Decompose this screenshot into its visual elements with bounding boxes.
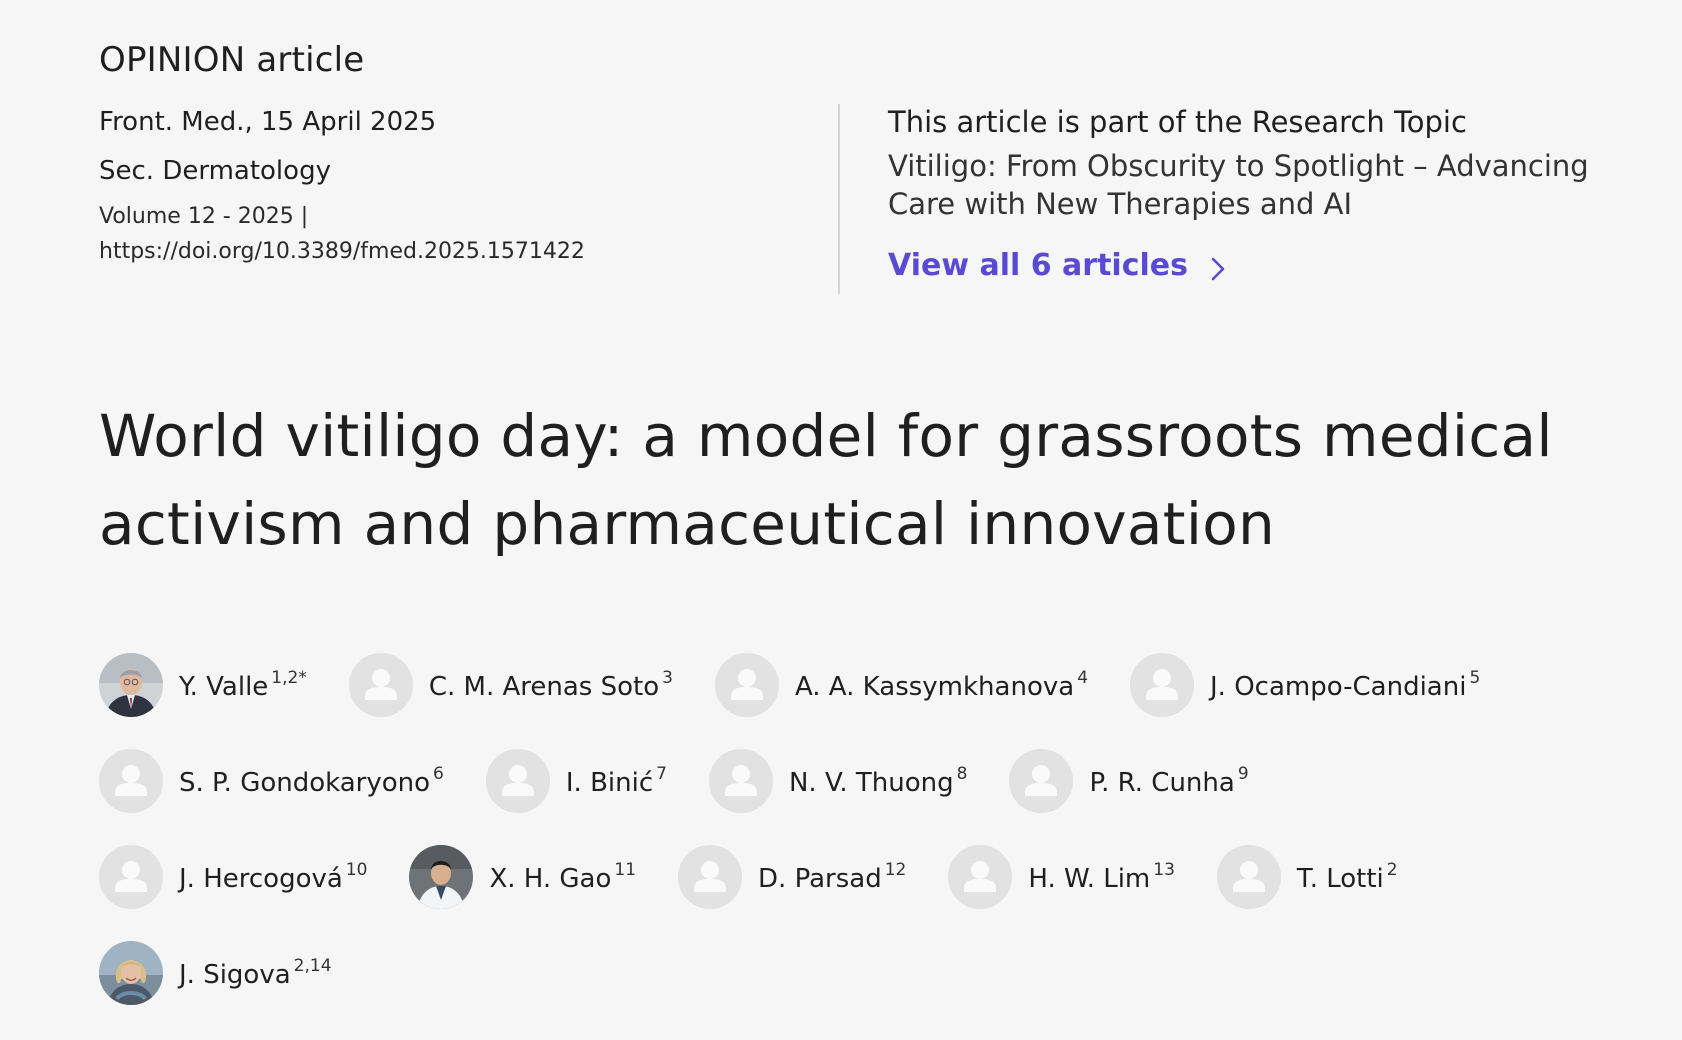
author-name: S. P. Gondokaryono: [179, 768, 431, 798]
author-name: X. H. Gao: [489, 864, 612, 894]
author-link[interactable]: T. Lotti 2: [1216, 845, 1398, 909]
author-photo-avatar: [99, 941, 163, 1005]
author-link[interactable]: S. P. Gondokaryono 6: [99, 749, 444, 813]
user-placeholder-icon: [1009, 749, 1074, 813]
author-name: T. Lotti: [1296, 864, 1384, 894]
author-link[interactable]: D. Parsad 12: [678, 845, 906, 909]
author-name: H. W. Lim: [1028, 864, 1151, 894]
article-type: OPINION article: [99, 40, 365, 80]
author-row: J. Hercogová 10 X. H. Gao 11 D. Parsad 1…: [99, 844, 1440, 910]
author-link[interactable]: N. V. Thuong 8: [708, 749, 968, 813]
doi-link[interactable]: https://doi.org/10.3389/fmed.2025.157142…: [99, 239, 585, 264]
article-meta: Front. Med., 15 April 2025 Sec. Dermatol…: [99, 102, 799, 269]
user-placeholder-icon: [99, 845, 163, 909]
research-topic: This article is part of the Research Top…: [888, 102, 1608, 283]
author-name: J. Ocampo-Candiani: [1210, 672, 1467, 702]
author-link[interactable]: C. M. Arenas Soto 3: [348, 653, 673, 717]
author-link[interactable]: X. H. Gao 11: [409, 845, 636, 909]
author-name: P. R. Cunha: [1089, 768, 1235, 798]
author-name: I. Binić: [565, 768, 654, 798]
research-topic-title-link[interactable]: Vitiligo: From Obscurity to Spotlight – …: [888, 147, 1608, 223]
author-link[interactable]: I. Binić 7: [485, 749, 667, 813]
user-placeholder-icon: [678, 845, 743, 909]
author-link[interactable]: J. Ocampo-Candiani 5: [1130, 653, 1480, 717]
author-affiliation: 4: [1077, 668, 1089, 688]
meta-divider: [838, 104, 840, 294]
author-affiliation: 2,14: [293, 956, 332, 976]
user-placeholder-icon: [99, 749, 163, 813]
author-link[interactable]: H. W. Lim 13: [948, 845, 1175, 909]
author-link[interactable]: P. R. Cunha 9: [1009, 749, 1249, 813]
article-title: World vitiligo day: a model for grassroo…: [99, 402, 1553, 558]
author-affiliation: 11: [614, 860, 637, 880]
author-row: J. Sigova 2,14: [99, 940, 374, 1006]
publication-date: Front. Med., 15 April 2025: [99, 107, 437, 137]
user-placeholder-icon: [1130, 653, 1195, 717]
author-row: Y. Valle 1,2* C. M. Arenas Soto 3 A. A. Ka…: [99, 652, 1522, 718]
author-link[interactable]: J. Sigova 2,14: [99, 941, 332, 1005]
author-photo-avatar: [99, 653, 163, 717]
author-affiliation: 3: [662, 668, 673, 688]
author-name: D. Parsad: [758, 864, 882, 894]
doi: https://doi.org/10.3389/fmed.2025.157142…: [99, 234, 799, 269]
research-topic-intro: This article is part of the Research Top…: [888, 105, 1467, 139]
volume-info: Volume 12 - 2025 |: [99, 204, 309, 229]
author-affiliation: 13: [1153, 860, 1175, 880]
author-photo-avatar: [409, 845, 474, 909]
article-header: OPINION article Front. Med., 15 April 20…: [0, 0, 1682, 1040]
user-placeholder-icon: [485, 749, 550, 813]
author-name: C. M. Arenas Soto: [428, 672, 660, 702]
view-all-articles-label: View all 6 articles: [888, 248, 1188, 283]
author-affiliation: 7: [656, 764, 667, 784]
journal-section: Sec. Dermatology: [99, 156, 331, 186]
user-placeholder-icon: [714, 653, 779, 717]
author-name: J. Hercogová: [179, 864, 343, 894]
author-name: A. A. Kassymkhanova: [794, 672, 1075, 702]
author-link[interactable]: J. Hercogová 10: [99, 845, 367, 909]
author-affiliation: 12: [884, 860, 907, 880]
author-affiliation: 10: [345, 860, 368, 880]
author-link[interactable]: Y. Valle 1,2*: [99, 653, 307, 717]
author-row: S. P. Gondokaryono 6 I. Binić 7 N. V. Thuo…: [99, 748, 1291, 814]
user-placeholder-icon: [348, 653, 413, 717]
author-affiliation: 8: [956, 764, 968, 784]
user-placeholder-icon: [708, 749, 773, 813]
author-name: J. Sigova: [179, 960, 291, 990]
author-name: Y. Valle: [179, 672, 269, 702]
user-placeholder-icon: [948, 845, 1013, 909]
author-name: N. V. Thuong: [788, 768, 954, 798]
chevron-right-icon: [1208, 254, 1228, 280]
author-affiliation: 1,2*: [271, 668, 307, 688]
user-placeholder-icon: [1216, 845, 1281, 909]
author-affiliation: 2: [1386, 860, 1398, 880]
author-affiliation: 5: [1469, 668, 1481, 688]
author-affiliation: 9: [1237, 764, 1249, 784]
view-all-articles-link[interactable]: View all 6 articles: [888, 248, 1228, 283]
author-affiliation: 6: [433, 764, 444, 784]
author-link[interactable]: A. A. Kassymkhanova 4: [714, 653, 1089, 717]
